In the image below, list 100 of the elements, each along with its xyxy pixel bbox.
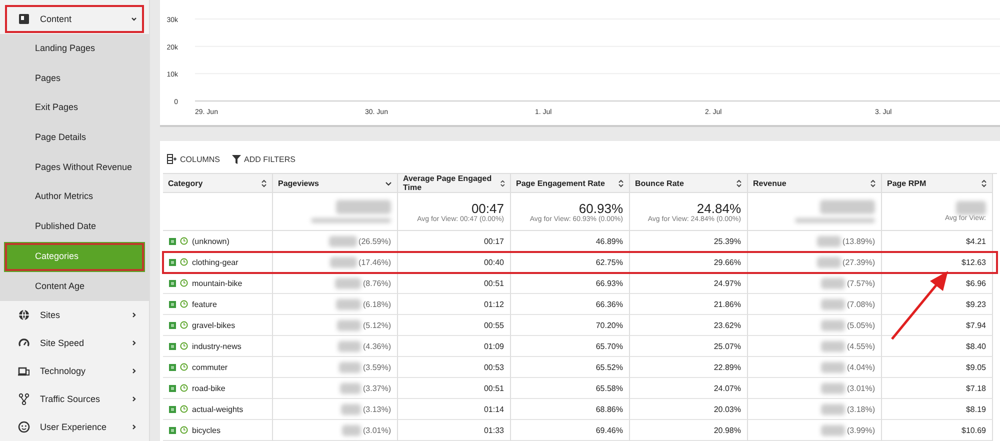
square-icon[interactable] (169, 238, 176, 244)
redacted-value (334, 278, 361, 288)
sidebar-section[interactable]: Sites (0, 301, 149, 330)
redacted-value (820, 362, 845, 372)
summary-value: 60.93% (578, 200, 623, 216)
square-icon[interactable] (169, 258, 176, 266)
revenue-share: (4.55%) (846, 342, 875, 350)
redacted-value (820, 340, 845, 352)
column-header[interactable]: Bounce Rate (630, 174, 748, 193)
redacted-value (820, 320, 845, 330)
redacted-value (336, 320, 361, 330)
category-cell: industry-news (192, 342, 242, 350)
sort-icon[interactable] (618, 178, 624, 188)
square-icon[interactable] (169, 384, 176, 392)
pageviews-share: (3.01%) (362, 426, 391, 434)
category-cell: mountain-bike (192, 278, 242, 288)
redacted-value (342, 424, 361, 436)
redacted-value (340, 382, 361, 394)
clock-icon[interactable] (180, 300, 188, 308)
table-cell: $7.94 (966, 320, 986, 330)
summary-value: 24.84% (696, 200, 741, 216)
redacted-value (820, 200, 875, 214)
square-icon[interactable] (169, 364, 176, 370)
columns-button[interactable]: COLUMNS (167, 154, 220, 164)
summary-value: 00:47 (471, 200, 504, 216)
revenue-share: (4.04%) (846, 362, 875, 372)
section-icon (18, 309, 30, 322)
section-icon (18, 421, 30, 434)
square-icon[interactable] (169, 426, 176, 434)
sidebar-item[interactable]: Content Age (0, 272, 149, 302)
table-cell: $7.18 (966, 384, 986, 392)
sidebar-item[interactable]: Landing Pages (0, 34, 149, 64)
table-cell: $8.19 (966, 404, 986, 414)
pageviews-share: (4.36%) (362, 342, 391, 350)
clock-icon[interactable] (180, 279, 188, 287)
clock-icon[interactable] (180, 426, 188, 434)
clock-icon[interactable] (180, 342, 188, 350)
clock-icon[interactable] (180, 363, 188, 371)
clock-icon[interactable] (180, 384, 188, 392)
square-icon[interactable] (169, 406, 176, 412)
sidebar-item[interactable]: Exit Pages (0, 93, 149, 124)
table-cell: 00:17 (484, 236, 504, 246)
table-cell: 65.52% (596, 362, 623, 372)
chevron-right-icon (131, 424, 137, 430)
table-cell: 66.93% (596, 278, 623, 288)
sort-icon[interactable] (261, 178, 267, 188)
clock-icon[interactable] (180, 321, 188, 329)
table-cell: 22.89% (714, 362, 741, 372)
sort-icon[interactable] (736, 178, 742, 188)
table-cell: 01:33 (484, 426, 504, 434)
redacted-value (820, 382, 845, 394)
revenue-share: (7.57%) (846, 278, 875, 288)
square-icon[interactable] (169, 280, 176, 286)
column-header[interactable]: Page Engagement Rate (511, 174, 630, 193)
square-icon[interactable] (169, 300, 176, 308)
sort-icon[interactable] (981, 178, 987, 188)
table-cell: 24.07% (714, 384, 741, 392)
table-cell: 01:12 (484, 300, 504, 308)
table-cell: 65.70% (596, 342, 623, 350)
clock-icon[interactable] (180, 237, 188, 245)
square-icon[interactable] (169, 342, 176, 350)
table-cell: 00:40 (484, 258, 504, 266)
sidebar-section[interactable]: Traffic Sources (0, 385, 149, 414)
sort-icon[interactable] (500, 178, 505, 188)
sidebar-item[interactable]: Page Details (0, 123, 149, 153)
column-header[interactable]: Pageviews (273, 174, 398, 193)
table-cell: 24.97% (714, 278, 741, 288)
add-filters-button[interactable]: ADD FILTERS (232, 154, 296, 164)
sidebar-item[interactable]: Published Date (0, 212, 149, 242)
column-header[interactable]: Page RPM (882, 174, 993, 193)
sort-desc-icon[interactable] (385, 180, 392, 186)
clock-icon[interactable] (180, 405, 188, 413)
revenue-share: (3.18%) (846, 404, 875, 414)
chevron-right-icon (131, 340, 137, 346)
sidebar-section[interactable]: User Experience (0, 413, 149, 441)
column-header[interactable]: Revenue (748, 174, 882, 193)
revenue-share: (3.99%) (846, 426, 875, 434)
square-icon[interactable] (169, 322, 176, 328)
category-cell: clothing-gear (192, 258, 238, 266)
table-cell: 70.20% (596, 320, 623, 330)
clock-icon[interactable] (180, 258, 188, 266)
table-cell: 46.89% (596, 236, 623, 246)
table-cell: 01:14 (484, 404, 504, 414)
columns-icon (167, 154, 177, 164)
column-header[interactable]: Category (163, 174, 273, 193)
sidebar-item[interactable]: Pages Without Revenue (0, 152, 149, 182)
revenue-share: (27.39%) (842, 258, 875, 266)
sidebar-item[interactable]: Pages (0, 64, 149, 94)
filter-icon (232, 154, 242, 164)
section-icon (18, 337, 30, 350)
redacted-value (328, 236, 357, 246)
sidebar-section[interactable]: Technology (0, 357, 149, 386)
sidebar-section[interactable]: Content (4, 4, 145, 34)
table-cell: 65.58% (596, 384, 623, 392)
sidebar-item[interactable]: Author Metrics (0, 182, 149, 212)
section-icon (18, 393, 30, 406)
column-header[interactable]: Average Page Engaged Time (398, 174, 511, 193)
sidebar-section[interactable]: Site Speed (0, 329, 149, 358)
pageviews-share: (8.76%) (362, 278, 391, 288)
sort-icon[interactable] (870, 178, 876, 188)
